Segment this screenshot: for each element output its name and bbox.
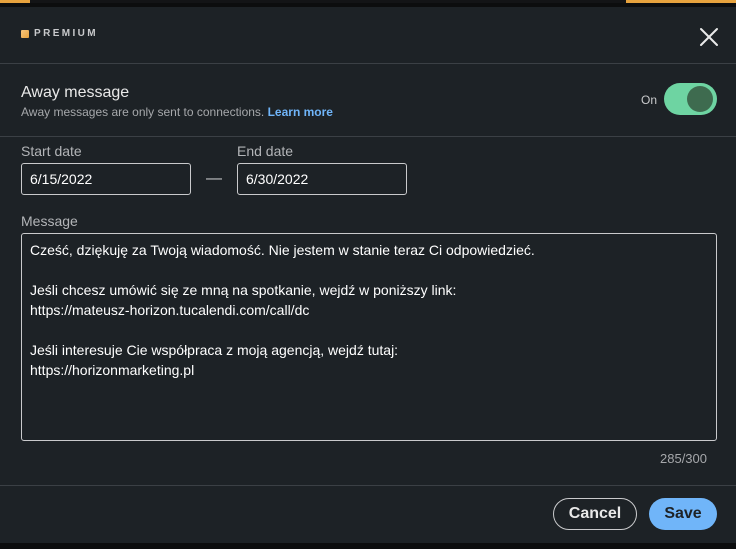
message-textarea[interactable]: Cześć, dziękuję za Twoją wiadomość. Nie … <box>21 233 717 441</box>
bottom-backdrop-strip <box>0 543 736 549</box>
modal-header: PREMIUM <box>0 7 736 64</box>
away-message-modal: PREMIUM Away message Away messages are o… <box>0 7 736 543</box>
save-button[interactable]: Save <box>649 498 717 530</box>
message-line: https://horizonmarketing.pl <box>30 362 195 378</box>
message-line <box>30 260 708 280</box>
message-line: Jeśli interesuje Cie współpraca z moją a… <box>30 342 399 358</box>
character-counter: 285/300 <box>660 451 707 466</box>
top-backdrop-strip <box>0 0 736 7</box>
toggle-knob <box>687 86 713 112</box>
date-range-separator: — <box>206 170 222 187</box>
message-label: Message <box>21 213 78 229</box>
away-message-toggle[interactable] <box>664 83 717 115</box>
away-message-title: Away message <box>21 84 130 101</box>
close-icon <box>700 28 718 46</box>
premium-icon <box>21 29 29 38</box>
close-button[interactable] <box>697 25 721 49</box>
away-message-subtitle: Away messages are only sent to connectio… <box>21 105 333 119</box>
away-message-description: Away messages are only sent to connectio… <box>21 105 265 119</box>
message-line: Jeśli chcesz umówić się ze mną na spotka… <box>30 282 457 298</box>
premium-badge: PREMIUM <box>21 28 98 39</box>
start-date-label: Start date <box>21 143 82 159</box>
message-line: Cześć, dziękuję za Twoją wiadomość. Nie … <box>30 242 535 258</box>
backdrop-dark-segment <box>30 0 626 3</box>
modal-footer: Cancel Save <box>0 485 736 543</box>
premium-label: PREMIUM <box>34 28 99 39</box>
message-line <box>30 320 708 340</box>
cancel-button[interactable]: Cancel <box>553 498 637 530</box>
learn-more-link[interactable]: Learn more <box>268 105 333 119</box>
end-date-label: End date <box>237 143 294 159</box>
message-line: https://mateusz-horizon.tucalendi.com/ca… <box>30 302 310 318</box>
end-date-input[interactable]: 6/30/2022 <box>237 163 407 195</box>
away-message-row: Away message Away messages are only sent… <box>0 64 736 137</box>
toggle-state-label: On <box>641 93 658 107</box>
start-date-input[interactable]: 6/15/2022 <box>21 163 191 195</box>
